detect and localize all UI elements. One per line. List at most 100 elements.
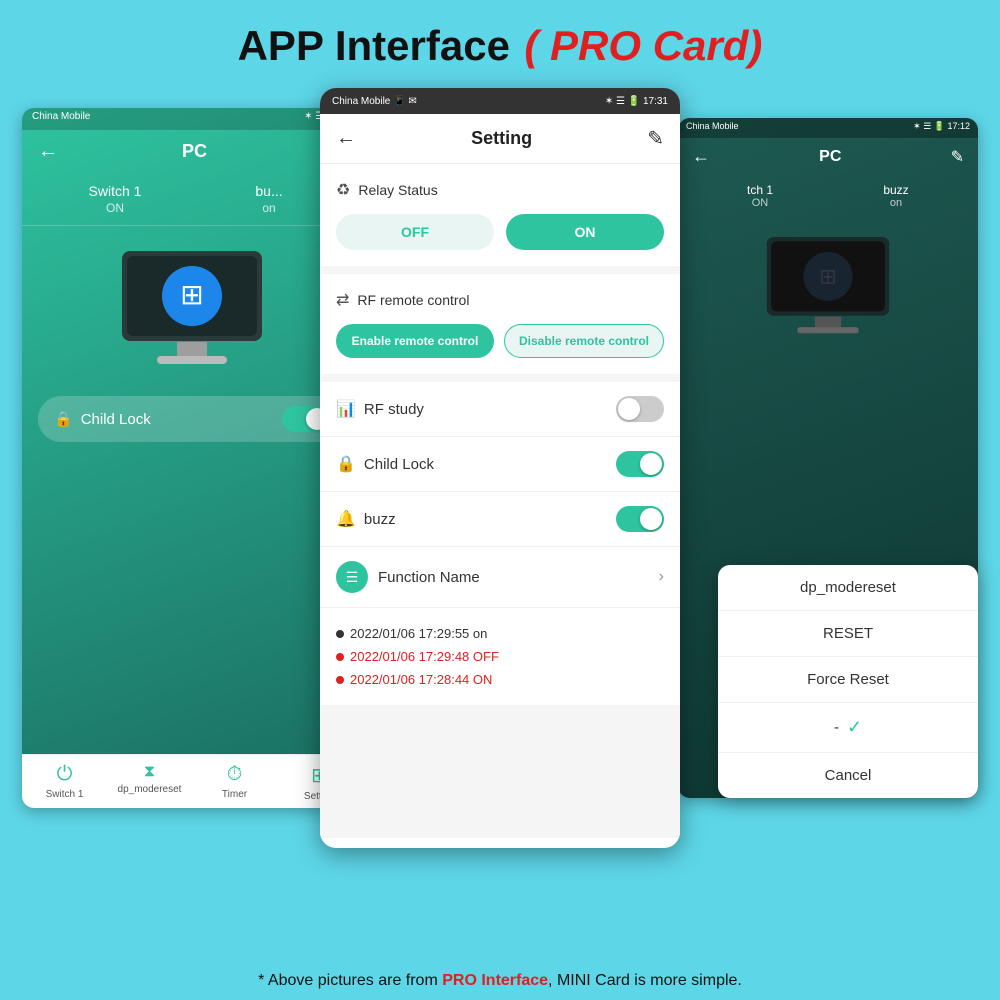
left-status-bar: China Mobile ✶ ☰ 17:12: [22, 108, 362, 130]
dropdown-cancel-button[interactable]: Cancel: [718, 753, 978, 798]
log-dot-3: [336, 676, 344, 684]
rf-remote-label: RF remote control: [357, 292, 469, 308]
log-dot-2: [336, 653, 344, 661]
left-lock-icon: 🔒: [54, 410, 73, 428]
rf-disable-button[interactable]: Disable remote control: [504, 324, 664, 358]
right-switch-2-name: buzz: [828, 183, 964, 197]
function-icon-wrap: ☰: [336, 561, 368, 593]
log-entry-3: 2022/01/06 17:28:44 ON: [336, 668, 664, 691]
tab-dp-label: dp_modereset: [118, 784, 182, 795]
rf-buttons: Enable remote control Disable remote con…: [336, 324, 664, 358]
child-lock-text: Child Lock: [364, 456, 434, 473]
child-lock-toggle[interactable]: [616, 451, 664, 477]
page-header: APP Interface ( PRO Card): [0, 0, 1000, 88]
tab-switch1[interactable]: ⏻ Switch 1: [22, 763, 107, 802]
buzz-knob: [640, 508, 662, 530]
dropdown-check-icon: ✓: [847, 717, 862, 738]
rf-remote-section: ⇄ RF remote control Enable remote contro…: [320, 274, 680, 374]
right-monitor: ⊞: [678, 217, 978, 357]
log-section: 2022/01/06 17:29:55 on 2022/01/06 17:29:…: [320, 608, 680, 705]
left-switch-1-name: Switch 1: [38, 183, 192, 199]
relay-icon: ♻: [336, 180, 350, 200]
footer: * Above pictures are from PRO Interface,…: [0, 972, 1000, 990]
monitor-container: ⊞: [22, 226, 362, 396]
right-switch-1-status: ON: [692, 197, 828, 209]
dropdown-dash-text: -: [834, 719, 839, 736]
center-nav-bar: ← Setting ✎: [320, 114, 680, 164]
center-status-icons: ✶ ☰ 🔋 17:31: [605, 96, 668, 107]
relay-buttons: OFF ON: [336, 214, 664, 250]
dropdown-item-dash[interactable]: - ✓: [718, 703, 978, 753]
left-switches: Switch 1 ON bu... on: [22, 173, 362, 226]
dropdown-item-force-reset[interactable]: Force Reset: [718, 657, 978, 703]
child-lock-knob: [640, 453, 662, 475]
left-child-lock-text: Child Lock: [81, 411, 151, 428]
left-nav-title: PC: [182, 141, 207, 162]
left-child-lock-bar: 🔒 Child Lock: [38, 396, 346, 442]
rf-icon: ⇄: [336, 290, 349, 310]
right-back-icon[interactable]: ←: [692, 146, 710, 167]
center-back-icon[interactable]: ←: [336, 127, 356, 150]
right-nav: ← PC ✎: [678, 138, 978, 175]
right-dropdown: dp_modereset RESET Force Reset - ✓ Cance…: [718, 565, 978, 798]
buzz-toggle[interactable]: [616, 506, 664, 532]
right-status-bar: China Mobile ✶ ☰ 🔋 17:12: [678, 118, 978, 138]
center-carrier: China Mobile 📱 ✉: [332, 96, 417, 107]
center-phone: China Mobile 📱 ✉ ✶ ☰ 🔋 17:31 ← Setting ✎…: [320, 88, 680, 848]
footer-pro: PRO Interface: [442, 972, 548, 989]
relay-status-label: Relay Status: [358, 182, 437, 198]
svg-text:⊞: ⊞: [819, 265, 837, 288]
relay-off-button[interactable]: OFF: [336, 214, 494, 250]
tab-dp-icon: ⧗: [144, 763, 155, 781]
left-carrier: China Mobile: [32, 111, 90, 127]
tab-timer[interactable]: ⏱ Timer: [192, 763, 277, 802]
rf-enable-button[interactable]: Enable remote control: [336, 324, 494, 358]
right-nav-title: PC: [819, 148, 841, 166]
right-status-icons: ✶ ☰ 🔋 17:12: [913, 121, 970, 135]
rf-study-toggle[interactable]: [616, 396, 664, 422]
log-entry-1: 2022/01/06 17:29:55 on: [336, 622, 664, 645]
screens-container: China Mobile ✶ ☰ 17:12 ← PC ✎ Switch 1 O…: [0, 88, 1000, 858]
center-nav-title: Setting: [471, 128, 532, 149]
right-carrier: China Mobile: [686, 121, 739, 135]
dropdown-item-dp[interactable]: dp_modereset: [718, 565, 978, 611]
center-edit-icon[interactable]: ✎: [647, 126, 664, 151]
log-dot-1: [336, 630, 344, 638]
tab-switch1-icon: ⏻: [57, 763, 73, 786]
svg-text:⊞: ⊞: [180, 279, 203, 310]
function-name-row[interactable]: ☰ Function Name ›: [320, 547, 680, 608]
log-text-2: 2022/01/06 17:29:48 OFF: [350, 649, 499, 664]
tab-switch1-label: Switch 1: [46, 789, 84, 800]
function-name-text: Function Name: [378, 569, 480, 586]
log-entry-2: 2022/01/06 17:29:48 OFF: [336, 645, 664, 668]
rf-study-icon: 📊: [336, 399, 356, 419]
buzz-icon: 🔔: [336, 509, 356, 529]
tab-dp[interactable]: ⧗ dp_modereset: [107, 763, 192, 802]
tab-timer-label: Timer: [222, 789, 247, 800]
child-lock-label: 🔒 Child Lock: [336, 454, 434, 474]
footer-text: * Above pictures are from PRO Interface,…: [258, 972, 742, 989]
tab-timer-icon: ⏱: [227, 763, 243, 786]
function-icon: ☰: [346, 569, 359, 586]
left-back-icon[interactable]: ←: [38, 140, 58, 163]
right-monitor-icon: ⊞: [758, 232, 898, 347]
rf-study-row: 📊 RF study: [320, 382, 680, 437]
child-lock-icon: 🔒: [336, 454, 356, 474]
relay-on-button[interactable]: ON: [506, 214, 664, 250]
center-status-bar: China Mobile 📱 ✉ ✶ ☰ 🔋 17:31: [320, 88, 680, 114]
function-chevron-icon: ›: [659, 568, 664, 586]
right-edit-icon[interactable]: ✎: [951, 147, 964, 167]
dropdown-item-reset[interactable]: RESET: [718, 611, 978, 657]
rf-study-label: 📊 RF study: [336, 399, 424, 419]
function-label: ☰ Function Name: [336, 561, 480, 593]
rf-remote-header: ⇄ RF remote control: [336, 290, 664, 310]
rf-study-knob: [618, 398, 640, 420]
header-subtitle: ( PRO Card): [524, 22, 762, 69]
settings-body: ♻ Relay Status OFF ON ⇄ RF remote contro…: [320, 164, 680, 838]
relay-status-header: ♻ Relay Status: [336, 180, 664, 200]
relay-status-section: ♻ Relay Status OFF ON: [320, 164, 680, 266]
right-switch-2-status: on: [828, 197, 964, 209]
buzz-row: 🔔 buzz: [320, 492, 680, 547]
left-switch-1-status: ON: [38, 201, 192, 215]
left-phone: China Mobile ✶ ☰ 17:12 ← PC ✎ Switch 1 O…: [22, 108, 362, 808]
